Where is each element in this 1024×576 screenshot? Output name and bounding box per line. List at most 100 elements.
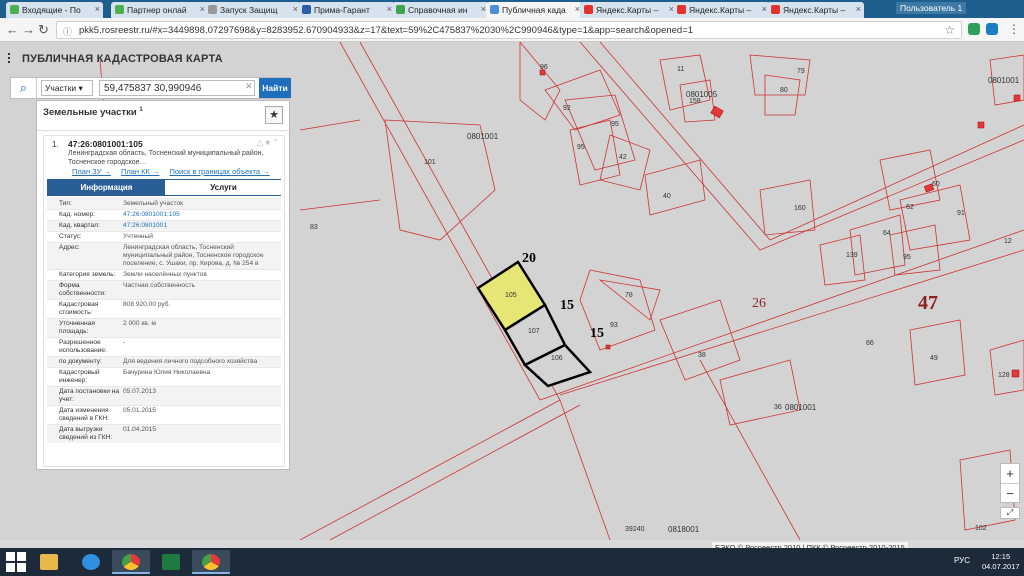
plan-zu-link[interactable]: План ЗУ →: [72, 167, 111, 176]
info-row: Кад. номер: 47:26:0801001:105: [47, 209, 281, 220]
excel-taskbar-icon[interactable]: [152, 550, 190, 574]
parcel-number-label: 42: [619, 154, 627, 161]
parcel-number-label: 60: [932, 181, 940, 188]
page-info-icon[interactable]: ⓘ: [63, 25, 72, 38]
info-key: Разрешенное использование:: [59, 339, 107, 354]
extension-icon[interactable]: [968, 23, 980, 35]
info-value: 01.04.2015: [123, 426, 157, 433]
chrome-taskbar-icon[interactable]: [112, 550, 150, 574]
clock[interactable]: 12:15 04.07.2017: [982, 552, 1020, 572]
info-value: 05.07.2013: [123, 388, 157, 395]
parcel-number-label: 49: [930, 355, 938, 362]
explorer-taskbar-icon[interactable]: [30, 550, 68, 574]
zoom-out-button[interactable]: −: [1001, 483, 1019, 502]
find-button[interactable]: Найти: [259, 78, 291, 98]
info-key: Форма собственности:: [59, 282, 106, 297]
parcel-number-label: 91: [957, 210, 965, 217]
app-title: ПУБЛИЧНАЯ КАДАСТРОВАЯ КАРТА: [22, 53, 223, 65]
parcel-number-label: 101: [424, 159, 436, 166]
menu-icon[interactable]: ⋮: [1008, 22, 1020, 36]
browser-tab[interactable]: Яндекс.Карты – ×: [767, 2, 864, 18]
info-row: Статус: Учтенный: [47, 231, 281, 242]
parcel-number-label: 95: [577, 144, 585, 151]
browser-tab[interactable]: Прима-Гарант ×: [298, 2, 395, 18]
info-value: -: [123, 339, 126, 346]
back-icon[interactable]: ←: [6, 22, 19, 37]
page-title: ПУБЛИЧНАЯ КАДАСТРОВАЯ КАРТА: [8, 53, 223, 65]
cadastral-number[interactable]: 47:26:0801001:105: [68, 139, 143, 149]
tab-label: Запуск Защищ: [220, 5, 278, 15]
browser-tab[interactable]: Справочная ин ×: [392, 2, 489, 18]
info-key: Дата постановки на учет:: [59, 388, 120, 403]
forward-icon[interactable]: →: [22, 22, 35, 37]
info-value: 05.01.2015: [123, 407, 157, 414]
parcel-number-label: 128: [998, 372, 1010, 379]
info-row: Дата изменения сведений в ГКН: 05.01.2015: [47, 405, 281, 424]
language-indicator[interactable]: РУС: [954, 556, 970, 565]
user-profile-label[interactable]: Пользователь 1: [896, 2, 967, 14]
zoom-in-button[interactable]: +: [1001, 464, 1019, 483]
info-row: Дата выгрузки сведений из ГКН: 01.04.2015: [47, 424, 281, 443]
search-type-select[interactable]: Участки ▾: [41, 80, 93, 96]
bookmark-star-icon[interactable]: ☆: [944, 23, 955, 37]
tab-favicon-icon: [677, 5, 686, 14]
windows-start-icon[interactable]: [6, 552, 26, 572]
quarter-label: 0801001: [785, 403, 817, 412]
browser-toolbar: ← → ↻ ⓘ pkk5.rosreestr.ru/#x=3449898.072…: [0, 18, 1024, 42]
parcel-number-label: 106: [551, 355, 563, 362]
browser-tab[interactable]: Партнер онлай ×: [111, 2, 208, 18]
search-icon[interactable]: ⌕: [11, 78, 37, 98]
parcel-number-label: 38: [698, 352, 706, 359]
browser-tab[interactable]: Запуск Защищ ×: [204, 2, 301, 18]
browser-tab[interactable]: Публичная када ×: [486, 2, 583, 18]
district-number-label: 47: [918, 292, 938, 314]
browser-tab[interactable]: Яндекс.Карты – ×: [580, 2, 677, 18]
search-input[interactable]: [99, 80, 255, 96]
close-tab-icon[interactable]: ×: [856, 4, 861, 14]
card-tabs: Информация Услуги: [47, 179, 282, 196]
card-controls-icon[interactable]: △★⌃: [257, 138, 280, 147]
info-row: Кад. квартал: 47:26:0801001: [47, 220, 281, 231]
parcel-number-label: 92: [563, 105, 571, 112]
tab-services[interactable]: Услуги: [165, 180, 282, 195]
results-header: Земельные участки 1: [37, 101, 289, 131]
parcel-number-label: 62: [906, 204, 914, 211]
extension-icon[interactable]: [986, 23, 998, 35]
info-value: Ленинградская область, Тосненский муници…: [123, 244, 264, 267]
results-title: Земельные участки: [43, 107, 137, 119]
parcel-number-label: 95: [611, 121, 619, 128]
parcel-address: Ленинградская область, Тосненский муници…: [68, 150, 264, 166]
fullscreen-button[interactable]: ⤢: [1000, 507, 1020, 519]
ie-taskbar-icon[interactable]: [72, 550, 110, 574]
parcel-number-label: 102: [975, 525, 987, 532]
info-key: Уточненная площадь:: [59, 320, 95, 335]
favorite-star-button[interactable]: ★: [265, 106, 283, 124]
tab-label: Яндекс.Карты –: [783, 5, 846, 15]
clear-icon[interactable]: ✕: [245, 81, 253, 92]
parcel-number-label: 11: [677, 66, 685, 73]
info-key: Кадастровый инженер:: [59, 369, 100, 384]
parcel-number-label: 107: [528, 328, 540, 335]
info-row: Разрешенное использование: -: [47, 337, 281, 356]
taskbar: РУС: [0, 548, 1024, 576]
tab-label: Яндекс.Карты –: [689, 5, 752, 15]
plan-kk-link[interactable]: План КК →: [121, 167, 160, 176]
chrome-taskbar-icon[interactable]: [192, 550, 230, 574]
reload-icon[interactable]: ↻: [38, 22, 49, 38]
url-bar[interactable]: ⓘ pkk5.rosreestr.ru/#x=3449898.07297698&…: [56, 21, 962, 39]
info-value[interactable]: 47:26:0801001: [123, 222, 273, 230]
browser-tab[interactable]: Входящие - По ×: [6, 2, 103, 18]
url-text: pkk5.rosreestr.ru/#x=3449898.07297698&y=…: [79, 25, 694, 36]
clock-date: 04.07.2017: [982, 562, 1020, 571]
info-value[interactable]: 47:26:0801001:105: [123, 211, 273, 219]
search-in-bounds-link[interactable]: Поиск в границах объекта →: [169, 167, 269, 176]
info-row: Кадастровый инженер: Бачурина Юлия Никола…: [47, 367, 281, 386]
tab-label: Яндекс.Карты –: [596, 5, 659, 15]
tab-favicon-icon: [396, 5, 405, 14]
info-key: Кадастровая стоимость:: [59, 301, 99, 316]
tab-information[interactable]: Информация: [48, 180, 165, 195]
browser-tab[interactable]: Яндекс.Карты – ×: [673, 2, 770, 18]
close-tab-icon[interactable]: ×: [95, 4, 100, 14]
parcel-number-label: 139: [846, 252, 858, 259]
info-value: 2 000 кв. м: [123, 320, 156, 327]
